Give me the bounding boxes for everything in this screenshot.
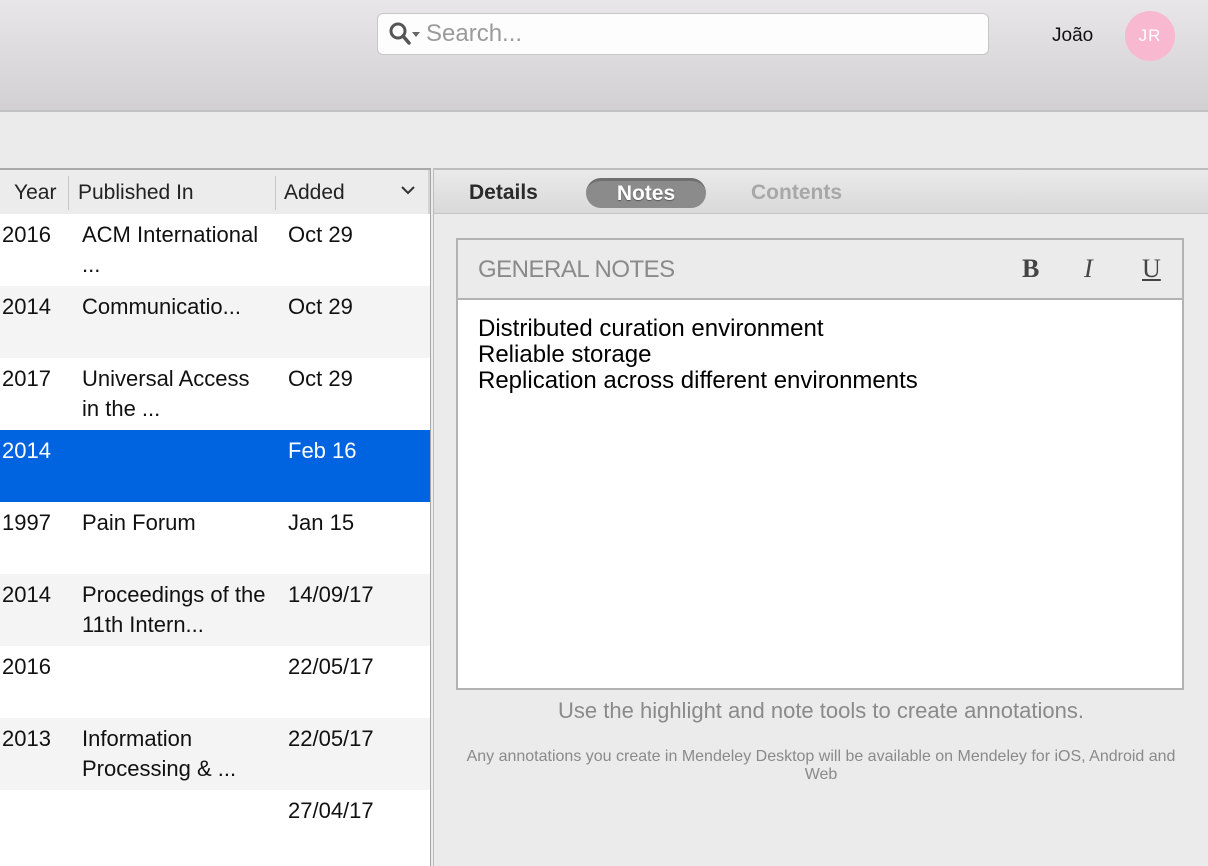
cell-year: 2016 — [2, 222, 51, 247]
toolbar: João JR — [0, 0, 1208, 112]
underline-button[interactable]: U — [1142, 254, 1161, 284]
cell-added: Oct 29 — [288, 366, 353, 391]
cell-year: 1997 — [2, 510, 51, 535]
cell-published-in: Proceedings of the 11th Intern... — [82, 582, 266, 637]
details-panel: Details Notes Contents GENERAL NOTES B I… — [434, 168, 1208, 866]
annotation-hint: Use the highlight and note tools to crea… — [558, 698, 1084, 723]
cell-added: 14/09/17 — [288, 582, 374, 607]
cell-year: 2014 — [2, 438, 51, 463]
table-row[interactable]: 2013 Information Processing & ... 22/05/17 — [0, 718, 430, 790]
general-notes-box: GENERAL NOTES B I U Distributed curation… — [456, 238, 1184, 690]
search-field[interactable] — [377, 13, 989, 55]
table-row[interactable]: 2016 22/05/17 — [0, 646, 430, 718]
table-row[interactable]: 2014 Feb 16 — [0, 430, 430, 502]
italic-button[interactable]: I — [1084, 254, 1093, 284]
cell-published-in: Communicatio... — [82, 294, 241, 319]
cell-year: 2013 — [2, 726, 51, 751]
search-input[interactable] — [424, 16, 988, 52]
column-divider[interactable] — [68, 176, 69, 210]
cell-year: 2014 — [2, 582, 51, 607]
notes-title: GENERAL NOTES — [478, 256, 675, 283]
table-row[interactable]: 2017 Universal Access in the ... Oct 29 — [0, 358, 430, 430]
documents-table: Year Published In Added 2016 ACM Internat… — [0, 168, 430, 866]
chevron-down-icon[interactable] — [398, 180, 418, 200]
column-header-added[interactable]: Added — [284, 177, 345, 209]
sync-info: Any annotations you create in Mendeley D… — [466, 748, 1176, 783]
user-name[interactable]: João — [1052, 25, 1093, 47]
tab-contents[interactable]: Contents — [751, 178, 842, 208]
empty-toolbar-band — [0, 112, 1208, 168]
cell-added: 22/05/17 — [288, 654, 374, 679]
tab-details[interactable]: Details — [469, 178, 538, 208]
cell-year: 2017 — [2, 366, 51, 391]
tab-notes[interactable]: Notes — [586, 178, 706, 208]
cell-added: Jan 15 — [288, 510, 355, 535]
column-divider[interactable] — [275, 176, 276, 210]
note-line: Reliable storage — [478, 341, 652, 368]
column-header-published-in[interactable]: Published In — [78, 177, 194, 209]
cell-published-in: Pain Forum — [82, 510, 196, 535]
note-line: Replication across different environment… — [478, 367, 918, 394]
notes-editor[interactable]: Distributed curation environment Reliabl… — [458, 300, 1182, 410]
cell-year: 2014 — [2, 294, 51, 319]
note-line: Distributed curation environment — [478, 315, 824, 342]
column-header-year[interactable]: Year — [14, 177, 56, 209]
tab-bar: Details Notes Contents — [434, 168, 1208, 214]
bold-button[interactable]: B — [1022, 254, 1039, 284]
cell-published-in: Information Processing & ... — [82, 726, 237, 781]
table-row[interactable]: 1997 Pain Forum Jan 15 — [0, 502, 430, 574]
cell-added: Oct 29 — [288, 222, 353, 247]
cell-added: 22/05/17 — [288, 726, 374, 751]
avatar[interactable]: JR — [1125, 11, 1175, 61]
table-row[interactable]: 27/04/17 — [0, 790, 430, 862]
table-header: Year Published In Added — [0, 170, 430, 214]
cell-added: 27/04/17 — [288, 798, 374, 823]
cell-added: Feb 16 — [288, 438, 357, 463]
cell-added: Oct 29 — [288, 294, 353, 319]
table-row[interactable]: 2016 ACM International ... Oct 29 — [0, 214, 430, 286]
table-row[interactable]: 2014 Proceedings of the 11th Intern... 14/… — [0, 574, 430, 646]
notes-header: GENERAL NOTES B I U — [458, 240, 1182, 300]
cell-year: 2016 — [2, 654, 51, 679]
search-icon[interactable] — [388, 20, 424, 48]
cell-published-in: ACM International ... — [82, 222, 259, 277]
cell-published-in: Universal Access in the ... — [82, 366, 250, 421]
table-row[interactable]: 2014 Communicatio... Oct 29 — [0, 286, 430, 358]
